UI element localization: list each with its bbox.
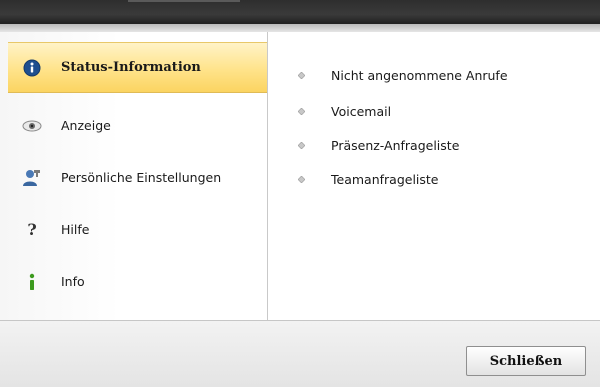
diamond-bullet-icon (298, 141, 305, 149)
link-nicht-angenommene-anrufe[interactable]: Nicht angenommene Anrufe (298, 66, 508, 84)
user-settings-icon (21, 167, 43, 189)
link-voicemail[interactable]: Voicemail (298, 102, 391, 120)
sidebar-item-info[interactable]: Info (8, 256, 267, 307)
sidebar-item-label: Anzeige (61, 118, 111, 133)
diamond-bullet-icon (298, 175, 305, 183)
question-mark-icon: ? (27, 220, 37, 239)
diamond-bullet-icon (298, 107, 305, 115)
sidebar-item-label: Status-Information (61, 60, 201, 75)
sidebar-item-label: Info (61, 274, 85, 289)
title-bar-highlight (128, 0, 240, 2)
link-label: Nicht angenommene Anrufe (331, 67, 508, 83)
info-i-icon (21, 271, 43, 293)
link-teamanfrageliste[interactable]: Teamanfrageliste (298, 170, 439, 188)
sidebar-item-label: Persönliche Einstellungen (61, 170, 222, 185)
info-circle-icon (21, 57, 43, 79)
link-praesenz-anfrageliste[interactable]: Präsenz-Anfrageliste (298, 136, 459, 154)
sidebar: Status-Information Anzeige Persönliche E… (0, 32, 268, 320)
sidebar-item-label: Hilfe (61, 222, 90, 237)
close-button[interactable]: Schließen (466, 346, 586, 376)
link-label: Teamanfrageliste (331, 171, 439, 187)
sidebar-item-hilfe[interactable]: ? Hilfe (8, 204, 267, 255)
toolbar-strip (0, 24, 600, 32)
sidebar-item-persoenliche-einstellungen[interactable]: Persönliche Einstellungen (8, 152, 267, 203)
link-label: Voicemail (331, 103, 392, 119)
title-bar (0, 0, 600, 24)
footer-bar: Schließen (0, 320, 600, 387)
link-label: Präsenz-Anfrageliste (331, 137, 460, 153)
sidebar-item-anzeige[interactable]: Anzeige (8, 100, 267, 151)
content-panel: Nicht angenommene Anrufe Voicemail Präse… (268, 32, 600, 320)
diamond-bullet-icon (298, 71, 305, 79)
sidebar-item-status-information[interactable]: Status-Information (8, 42, 267, 93)
eye-icon (21, 115, 43, 137)
